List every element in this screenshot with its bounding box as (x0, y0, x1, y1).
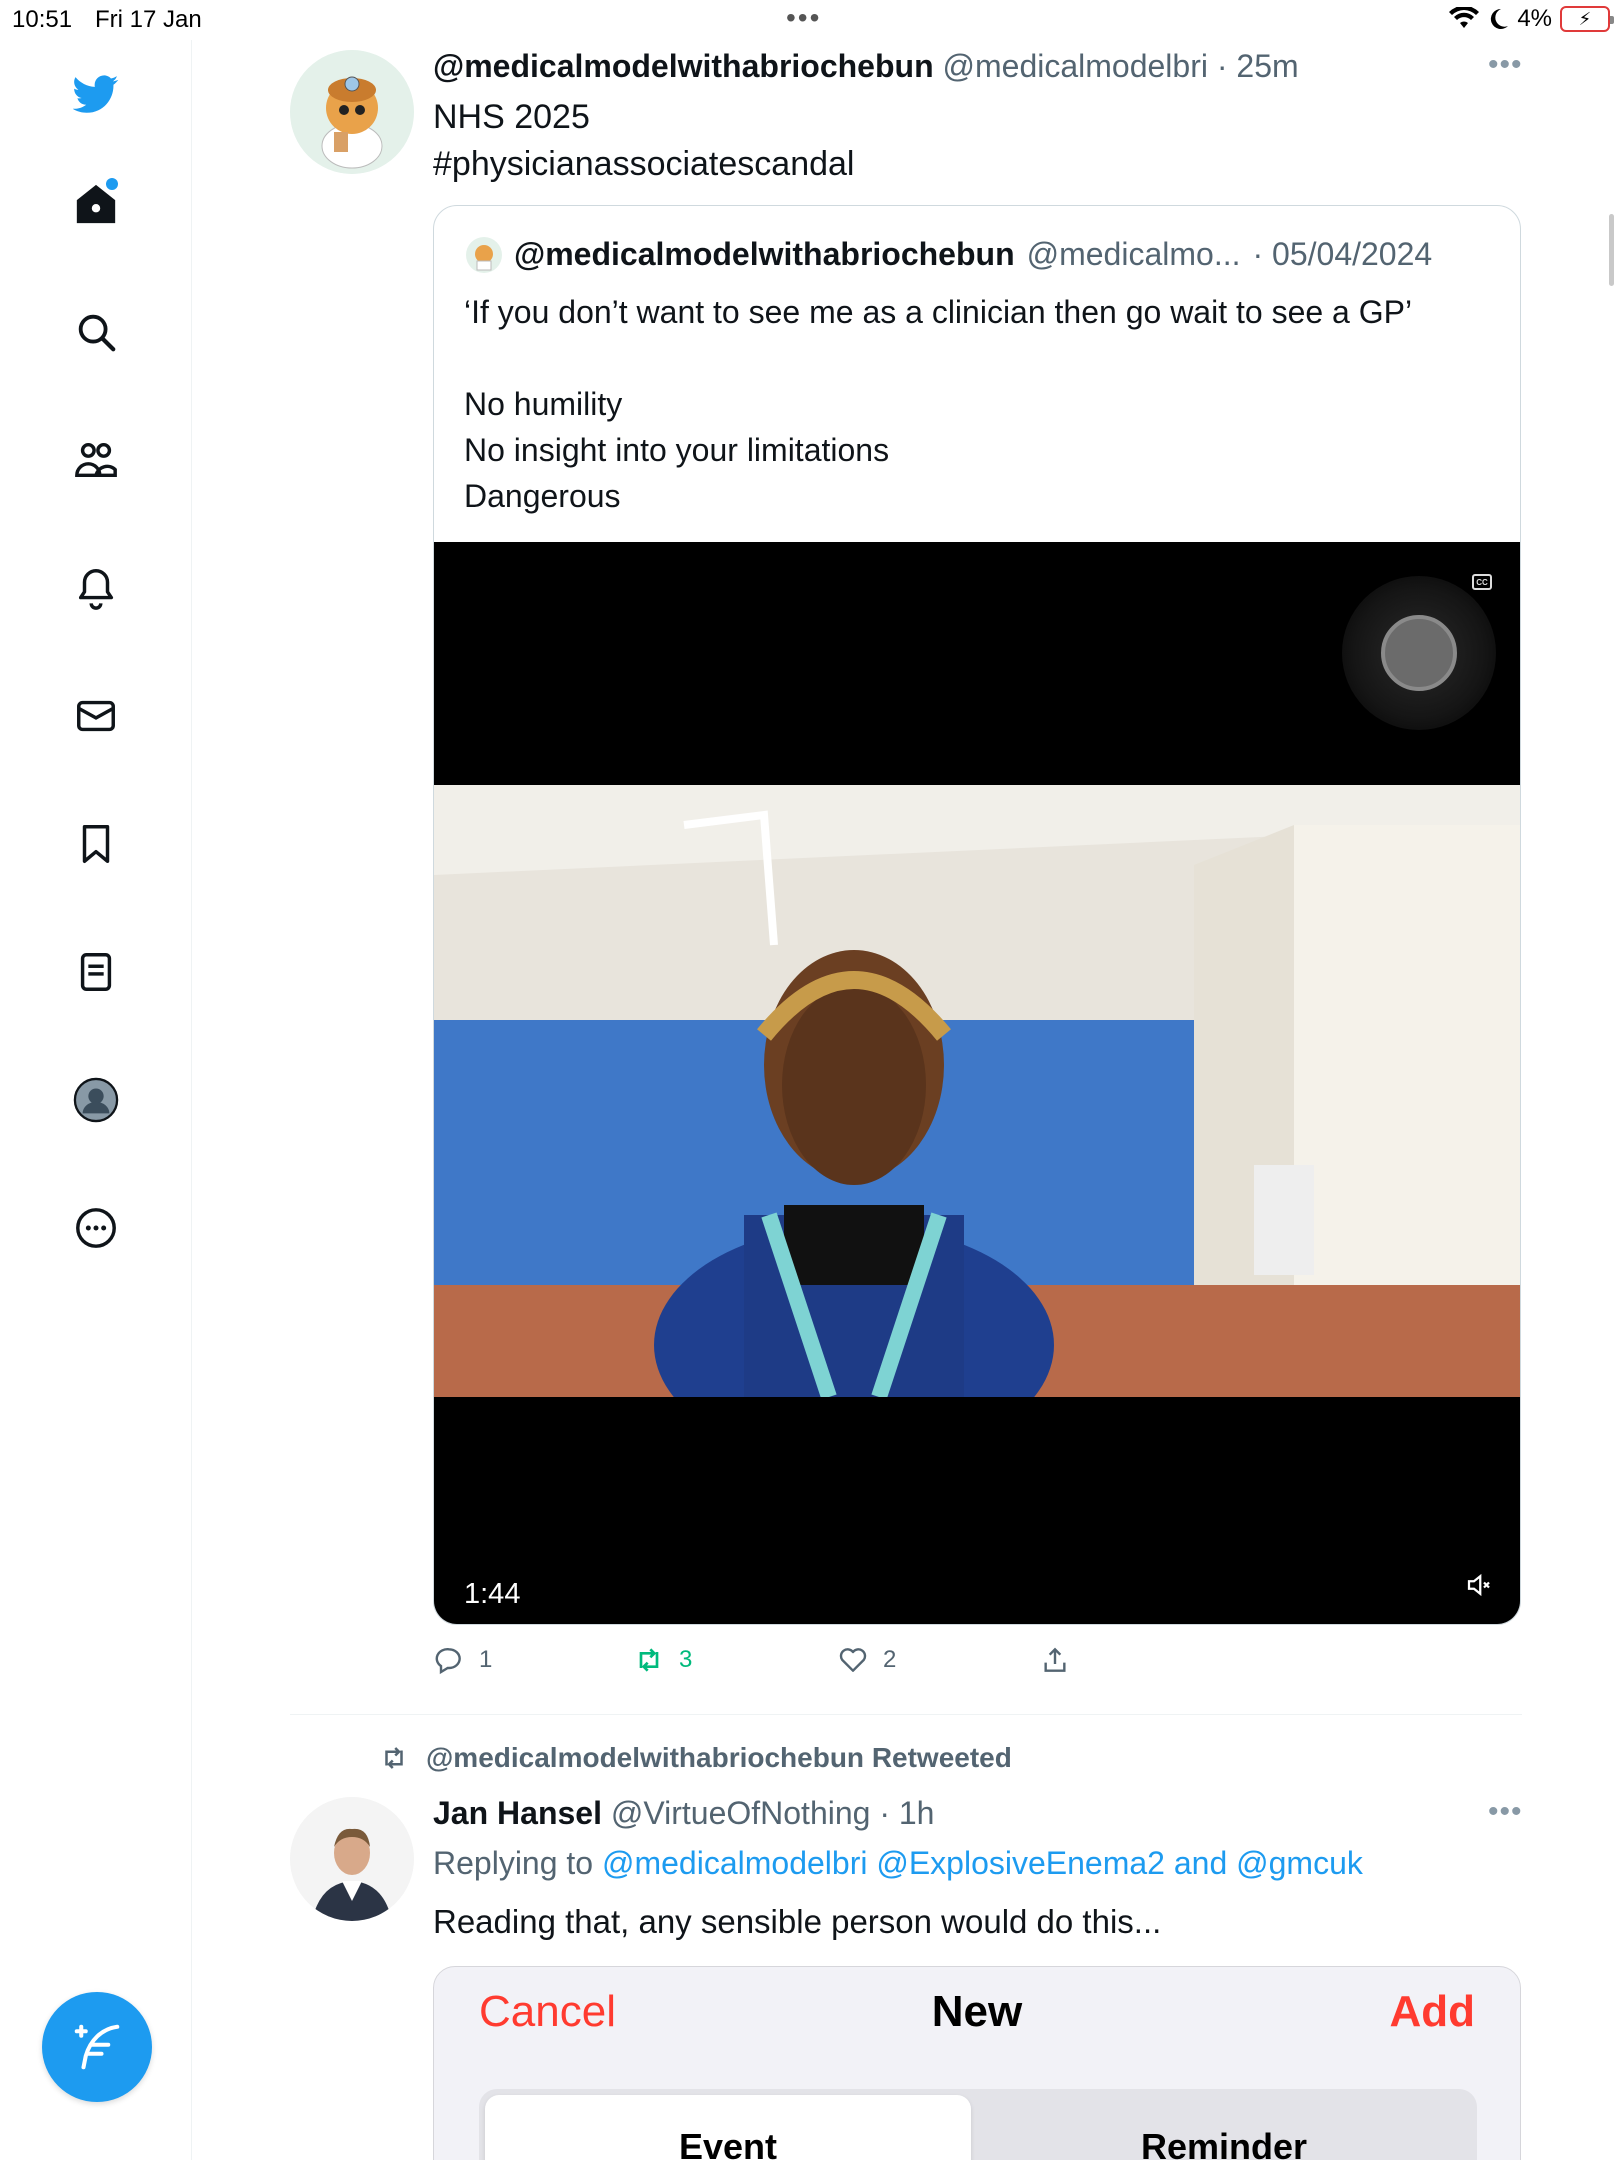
share-icon (1044, 1647, 1066, 1672)
sidebar-item-profile[interactable] (66, 1070, 126, 1130)
sidebar-item-bookmarks[interactable] (66, 814, 126, 874)
author-handle[interactable]: @VirtueOfNothing (611, 1795, 871, 1831)
sidebar-item-notifications[interactable] (66, 558, 126, 618)
quoted-avatar (466, 236, 502, 273)
tweet-divider (290, 1714, 1522, 1715)
event-type-segmented-control: Event Reminder (479, 2089, 1477, 2160)
quoted-tweet[interactable]: @medicalmodelwithabriochebun @medicalmo.… (433, 205, 1521, 1625)
tweet-header: Jan Hansel @VirtueOfNothing · 1h (433, 1795, 934, 1832)
retweet-button[interactable]: 3 (633, 1644, 692, 1676)
reply-mention[interactable]: @medicalmodelbri (602, 1845, 867, 1881)
quoted-text-line: No insight into your limitations (464, 432, 890, 468)
add-button[interactable]: Add (1389, 1987, 1475, 2037)
video-frame (434, 785, 1520, 1397)
multitasking-dots-icon[interactable]: ••• (786, 4, 821, 32)
scrollbar[interactable] (1609, 214, 1614, 286)
tweet-actions: 1 3 2 (433, 1644, 1533, 1684)
tweet-more-icon[interactable]: ••• (1488, 1795, 1523, 1829)
reply-mention[interactable]: @gmcuk (1236, 1845, 1363, 1881)
twitter-logo-icon[interactable] (66, 64, 126, 124)
feather-plus-icon (74, 2024, 120, 2070)
author-avatar[interactable] (290, 50, 414, 174)
mute-icon[interactable] (1464, 1570, 1494, 1600)
author-handle[interactable]: @medicalmodelbri (943, 48, 1208, 84)
reply-count: 1 (479, 1646, 493, 1673)
reply-button[interactable]: 1 (433, 1644, 492, 1676)
status-time: 10:51 (12, 6, 73, 33)
sidebar-item-home[interactable] (66, 174, 126, 234)
moon-icon (1491, 8, 1509, 29)
tweet-more-icon[interactable]: ••• (1488, 48, 1523, 82)
quoted-author-name: @medicalmodelwithabriochebun (514, 236, 1015, 272)
quoted-text-line: ‘If you don’t want to see me as a clinic… (464, 294, 1413, 330)
replying-to-label: Replying to (433, 1845, 594, 1881)
unread-dot (106, 178, 118, 190)
sidebar-item-more[interactable] (66, 1198, 126, 1258)
reply-mention[interactable]: @ExplosiveEnema2 (876, 1845, 1165, 1881)
tweet-time[interactable]: · 25m (1217, 48, 1299, 84)
profile-avatar-icon (73, 1077, 119, 1123)
segment-event[interactable]: Event (485, 2095, 971, 2160)
retweeted-by-line[interactable]: @medicalmodelwithabriochebun Retweeted (376, 1742, 1012, 1774)
retweet-icon (639, 1648, 659, 1672)
status-bar: 10:51 Fri 17 Jan ••• 4% ⚡ (0, 0, 1620, 40)
retweet-count: 3 (679, 1646, 693, 1673)
hashtag-link[interactable]: #physicianassociatescandal (433, 145, 854, 184)
bell-icon (78, 569, 114, 610)
heart-icon (839, 1648, 867, 1672)
tweet-text: Reading that, any sensible person would … (433, 1903, 1162, 1940)
retweet-icon (385, 1747, 403, 1769)
battery-percent: 4% (1517, 5, 1552, 32)
search-icon (78, 314, 116, 352)
video-duration: 1:44 (464, 1578, 521, 1610)
reply-icon (435, 1648, 461, 1675)
sidebar-item-lists[interactable] (66, 942, 126, 1002)
new-event-sheet: New Cancel Add Event Reminder (433, 1966, 1521, 2160)
author-avatar[interactable] (290, 1797, 414, 1921)
quoted-text-line: Dangerous (464, 478, 621, 514)
tweet-time[interactable]: · 1h (879, 1795, 934, 1831)
sidebar-item-search[interactable] (66, 302, 126, 362)
share-button[interactable] (1039, 1644, 1071, 1676)
envelope-icon (77, 700, 115, 732)
compose-tweet-button[interactable] (42, 1992, 152, 2102)
video-player[interactable]: CC 1:44 (434, 542, 1520, 1624)
captions-icon[interactable]: CC (1472, 574, 1492, 590)
replying-to-line: Replying to @medicalmodelbri @ExplosiveE… (433, 1845, 1363, 1882)
more-circle-icon (76, 1208, 116, 1248)
retweeted-by-text: @medicalmodelwithabriochebun Retweeted (426, 1742, 1012, 1773)
quoted-text-line: No humility (464, 386, 623, 422)
author-name[interactable]: @medicalmodelwithabriochebun (433, 48, 934, 84)
tweet-header: @medicalmodelwithabriochebun @medicalmod… (433, 48, 1299, 85)
quoted-header: @medicalmodelwithabriochebun @medicalmo.… (466, 236, 1432, 273)
status-date: Fri 17 Jan (95, 6, 202, 33)
tweet-text: NHS 2025 (433, 98, 590, 136)
wifi-icon (1449, 7, 1480, 28)
battery-icon: ⚡ (1560, 6, 1614, 32)
segment-reminder[interactable]: Reminder (977, 2095, 1471, 2160)
reply-and: and (1173, 1845, 1228, 1881)
quoted-author-handle: @medicalmo... (1026, 236, 1241, 272)
bookmark-icon (82, 825, 110, 863)
quoted-date: · 05/04/2024 (1252, 236, 1433, 272)
sidebar-item-communities[interactable] (66, 430, 126, 490)
cancel-button[interactable]: Cancel (479, 1987, 616, 2037)
like-count: 2 (883, 1646, 897, 1673)
assistive-touch-button[interactable] (1342, 576, 1496, 730)
author-name[interactable]: Jan Hansel (433, 1795, 602, 1831)
list-icon (80, 953, 112, 991)
status-indicators: 4% ⚡ (1449, 5, 1614, 33)
sidebar-item-messages[interactable] (66, 686, 126, 746)
sidebar-nav (0, 40, 192, 2160)
like-button[interactable]: 2 (837, 1644, 896, 1676)
communities-icon (75, 442, 117, 478)
